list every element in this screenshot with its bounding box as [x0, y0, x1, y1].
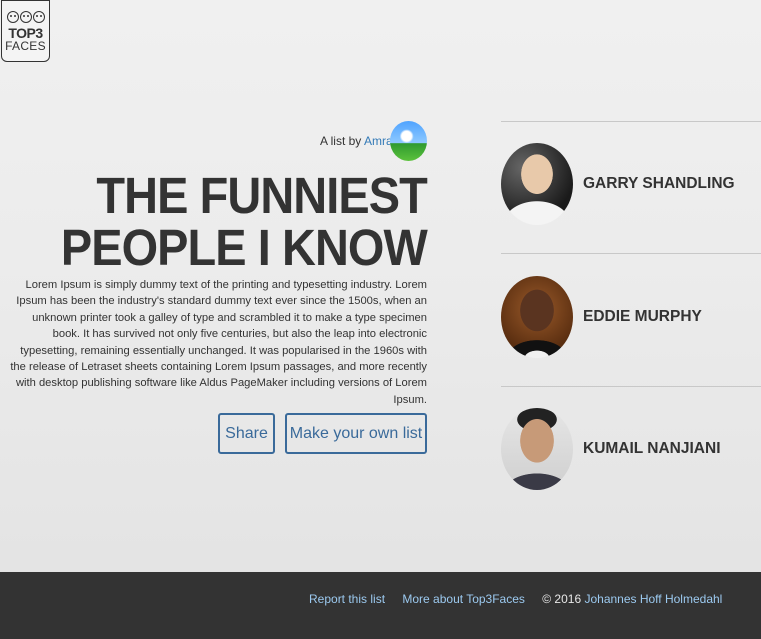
report-list-link[interactable]: Report this list — [309, 592, 385, 606]
person-name: GARRY SHANDLING — [583, 175, 735, 192]
copyright: © 2016 Johannes Hoff Holmedahl — [542, 592, 722, 606]
footer-links: Report this list More about Top3Faces © … — [309, 592, 722, 606]
owner-link[interactable]: Johannes Hoff Holmedahl — [584, 592, 722, 606]
logo-line-1: TOP3 — [8, 25, 43, 41]
page-title: THE FUNNIEST PEOPLE I KNOW — [60, 167, 428, 276]
person-photo — [501, 143, 573, 225]
title-line-1: THE FUNNIEST — [96, 167, 428, 224]
about-link[interactable]: More about Top3Faces — [402, 592, 525, 606]
person-name: KUMAIL NANJIANI — [583, 440, 721, 457]
divider — [501, 386, 761, 387]
divider — [501, 121, 761, 122]
footer: Report this list More about Top3Faces © … — [0, 572, 761, 639]
faces-icon — [2, 11, 49, 23]
person-item[interactable]: GARRY SHANDLING — [501, 143, 735, 225]
divider — [501, 253, 761, 254]
list-description: Lorem Ipsum is simply dummy text of the … — [10, 279, 427, 406]
make-list-button[interactable]: Make your own list — [285, 413, 427, 454]
copyright-year: © 2016 — [542, 592, 582, 606]
person-item[interactable]: EDDIE MURPHY — [501, 276, 702, 358]
person-name: EDDIE MURPHY — [583, 308, 702, 325]
logo-line-2: FACES — [5, 39, 46, 53]
top3faces-logo[interactable]: TOP3 FACES — [1, 0, 50, 62]
person-item[interactable]: KUMAIL NANJIANI — [501, 408, 721, 490]
author-avatar[interactable] — [390, 121, 427, 161]
share-button[interactable]: Share — [218, 413, 275, 454]
title-line-2: PEOPLE I KNOW — [60, 219, 428, 276]
byline-prefix: A list by — [319, 134, 362, 148]
person-photo — [501, 408, 573, 490]
person-photo — [501, 276, 573, 358]
